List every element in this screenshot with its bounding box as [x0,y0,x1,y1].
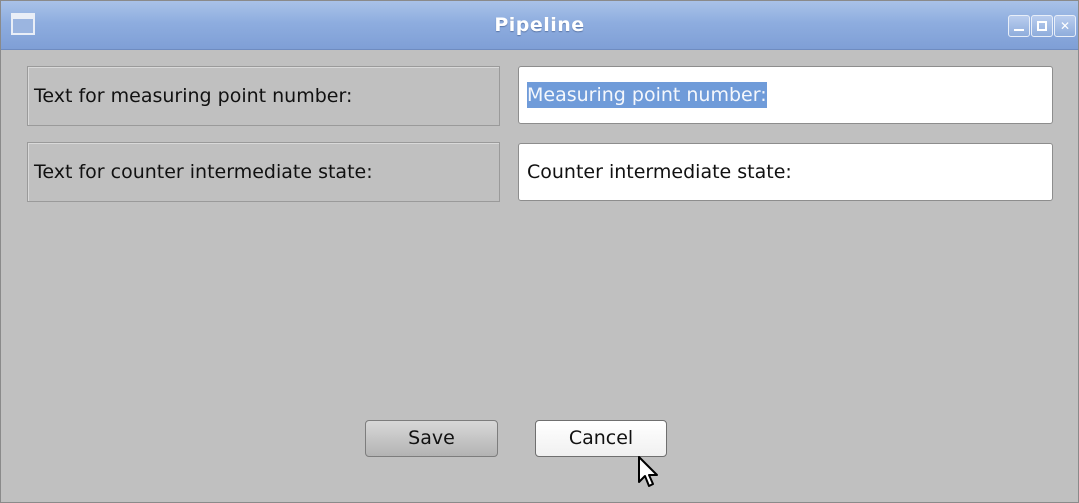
counter-state-input-value: Counter intermediate state: [527,161,792,183]
cancel-button[interactable]: Cancel [535,420,667,457]
counter-state-label: Text for counter intermediate state: [27,142,500,202]
counter-state-input[interactable]: Counter intermediate state: [518,143,1053,201]
window-title: Pipeline [494,14,585,36]
maximize-button[interactable] [1031,15,1053,37]
minimize-button[interactable] [1008,15,1030,37]
counter-state-label-text: Text for counter intermediate state: [34,161,373,183]
title-bar[interactable]: Pipeline ✕ [1,1,1078,50]
measuring-point-label-text: Text for measuring point number: [34,85,353,107]
measuring-point-label: Text for measuring point number: [27,66,500,126]
close-button[interactable]: ✕ [1054,15,1076,37]
measuring-point-input-value: Measuring point number: [527,82,767,108]
mouse-pointer-icon [638,456,658,487]
save-button[interactable]: Save [365,420,498,457]
close-icon: ✕ [1059,19,1071,33]
measuring-point-input[interactable]: Measuring point number: [518,66,1053,124]
pipeline-dialog: Pipeline ✕ Text for measuring point numb… [0,0,1079,503]
maximize-icon [1037,21,1047,31]
minimize-icon [1014,29,1024,31]
